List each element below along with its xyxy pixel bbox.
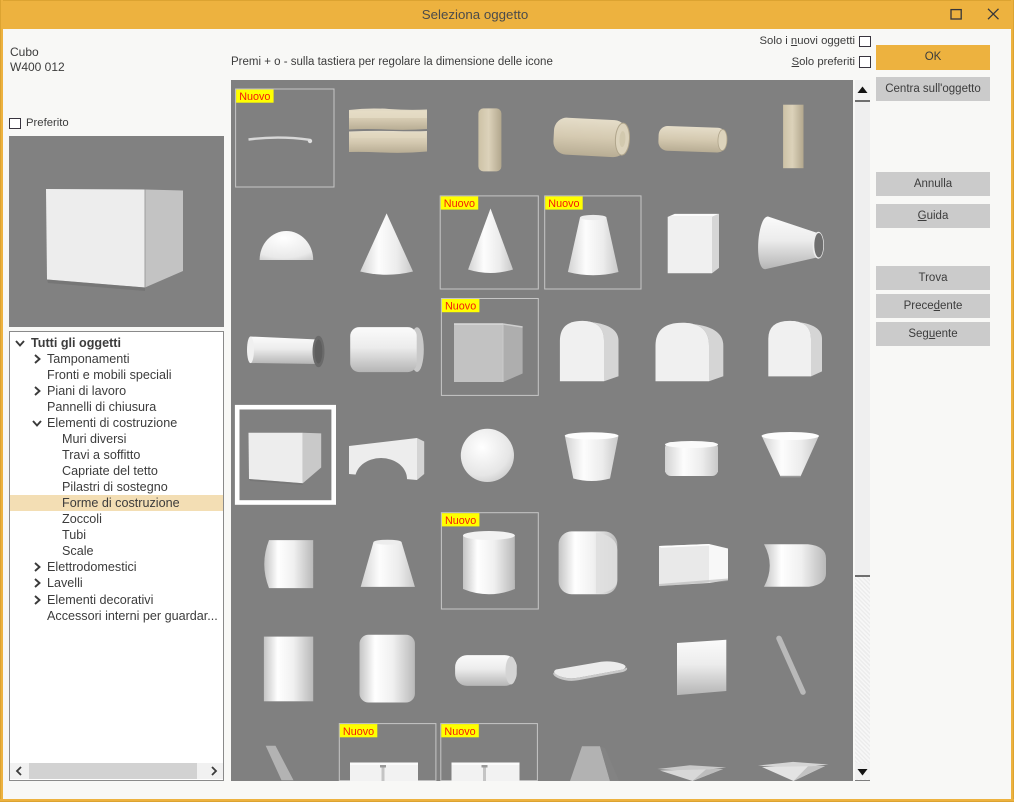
svg-text:Nuovo: Nuovo: [444, 726, 475, 738]
svg-text:Nuovo: Nuovo: [239, 91, 270, 103]
svg-text:Nuovo: Nuovo: [445, 301, 476, 313]
svg-text:Nuovo: Nuovo: [548, 198, 579, 210]
svg-text:Nuovo: Nuovo: [343, 726, 374, 738]
svg-text:Nuovo: Nuovo: [445, 515, 476, 527]
svg-text:Nuovo: Nuovo: [444, 198, 475, 210]
